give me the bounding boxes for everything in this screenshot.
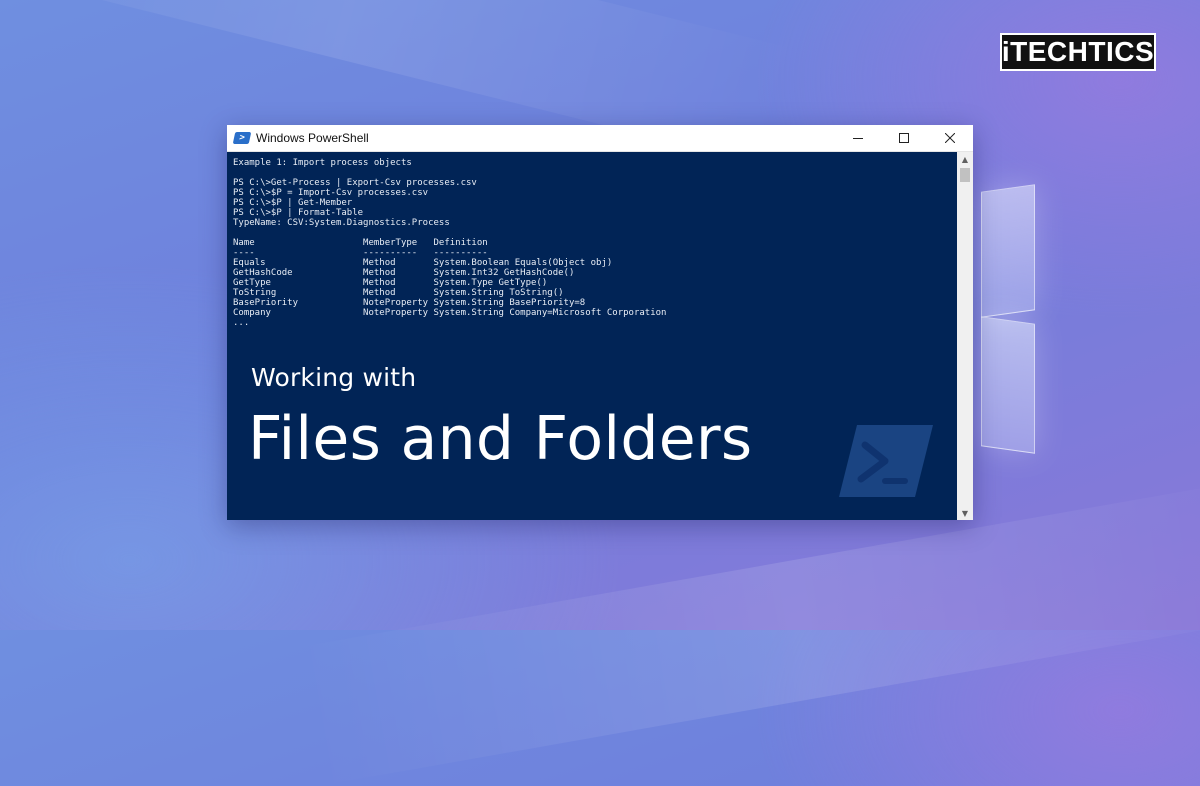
windows-logo-icon — [975, 170, 1035, 454]
itechtics-logo: iTECHTICS — [1000, 33, 1156, 71]
console-line: ToString Method System.String ToString() — [233, 288, 564, 298]
console-line: PS C:\>Get-Process | Export-Csv processe… — [233, 178, 477, 188]
window-controls — [835, 125, 973, 151]
close-icon — [945, 133, 955, 143]
wallpaper-light-beam — [295, 474, 1200, 786]
vertical-scrollbar[interactable]: ▲ ▼ — [957, 152, 973, 520]
maximize-button[interactable] — [881, 125, 927, 151]
scroll-up-arrow-icon[interactable]: ▲ — [957, 152, 973, 166]
scroll-thumb[interactable] — [960, 168, 970, 182]
brand-logo-text: iTECHTICS — [1001, 36, 1155, 67]
overlay-title: Files and Folders — [248, 404, 753, 474]
console-line: ---- ---------- ---------- — [233, 248, 488, 258]
console-line: ... — [233, 318, 250, 328]
window-title: Windows PowerShell — [256, 131, 369, 145]
windows-logo-pane — [981, 316, 1035, 454]
powershell-icon: > — [232, 132, 252, 144]
console-line: Equals Method System.Boolean Equals(Obje… — [233, 258, 613, 268]
console-line: PS C:\>$P | Format-Table — [233, 208, 364, 218]
scroll-down-arrow-icon[interactable]: ▼ — [957, 506, 973, 520]
console-line: Name MemberType Definition — [233, 238, 488, 248]
maximize-icon — [899, 133, 909, 143]
console-line: Example 1: Import process objects — [233, 158, 412, 168]
powershell-window: > Windows PowerShell Example 1: Import p — [227, 125, 973, 520]
console-line: GetType Method System.Type GetType() — [233, 278, 548, 288]
console-line: Company NoteProperty System.String Compa… — [233, 308, 667, 318]
minimize-icon — [853, 138, 863, 139]
minimize-button[interactable] — [835, 125, 881, 151]
overlay-subtitle: Working with — [251, 363, 417, 392]
console-line: TypeName: CSV:System.Diagnostics.Process — [233, 218, 450, 228]
console-line: PS C:\>$P | Get-Member — [233, 198, 353, 208]
window-titlebar[interactable]: > Windows PowerShell — [227, 125, 973, 152]
close-button[interactable] — [927, 125, 973, 151]
console-line: BasePriority NoteProperty System.String … — [233, 298, 586, 308]
windows-logo-pane — [981, 184, 1035, 318]
console-line: GetHashCode Method System.Int32 GetHashC… — [233, 268, 575, 278]
console-line: PS C:\>$P = Import-Csv processes.csv — [233, 188, 429, 198]
powershell-logo-icon — [839, 425, 933, 497]
